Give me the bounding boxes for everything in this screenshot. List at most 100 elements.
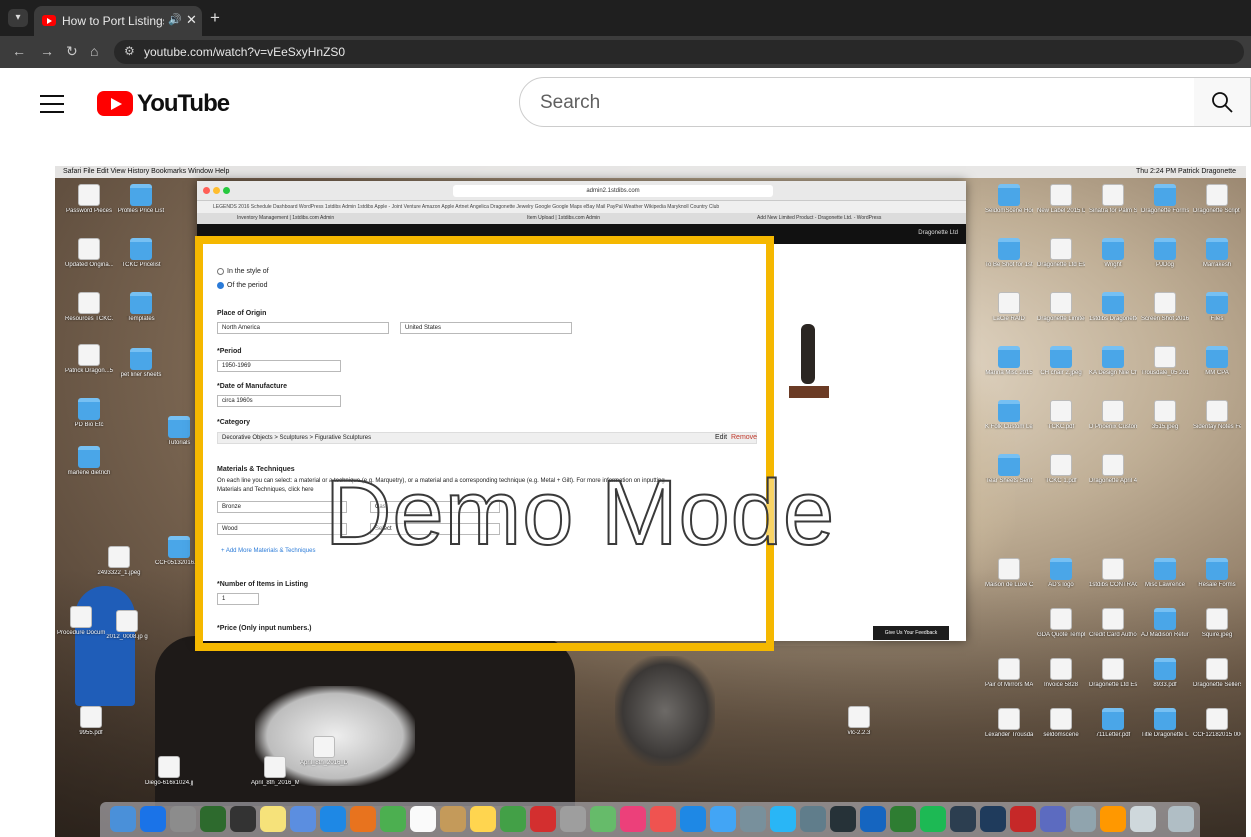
inner-tab[interactable]: Item Upload | 1stdibs.com Admin (527, 213, 600, 224)
word-icon[interactable] (860, 806, 886, 832)
close-window-icon[interactable] (203, 187, 210, 194)
dock-app-icon[interactable] (1130, 806, 1156, 832)
desktop-icon: MM CPA (1193, 346, 1241, 377)
photoshop-icon[interactable] (980, 806, 1006, 832)
home-icon[interactable]: ⌂ (90, 43, 98, 59)
dock-app-icon[interactable] (680, 806, 706, 832)
ibooks-icon[interactable] (1100, 806, 1126, 832)
facetime-icon[interactable] (500, 806, 526, 832)
dock-app-icon[interactable] (650, 806, 676, 832)
zoom-window-icon[interactable] (223, 187, 230, 194)
photos-icon[interactable] (620, 806, 646, 832)
dock-app-icon[interactable] (380, 806, 406, 832)
firefox-icon[interactable] (350, 806, 376, 832)
desktop-icon: marlene dietrich (65, 446, 113, 477)
desktop-icon: Squire.jpeg (1193, 608, 1241, 639)
dock-app-icon[interactable] (590, 806, 616, 832)
desktop-icon: Resale Forms (1193, 558, 1241, 589)
pinterest-icon[interactable] (530, 806, 556, 832)
dock-app-icon[interactable] (1040, 806, 1066, 832)
desktop-icon: 1stdibs CONTRACT (1089, 558, 1137, 589)
search-input[interactable]: Search (519, 77, 1195, 127)
desktop-icon: Dragonette Ltd Estimate 1304 (1089, 658, 1137, 689)
dock-app-icon[interactable] (830, 806, 856, 832)
address-bar[interactable]: ⚙ youtube.com/watch?v=vEeSxyHnZS0 (114, 40, 1244, 64)
inner-toolbar: admin2.1stdibs.com (197, 181, 966, 201)
desktop-icon: Trousdale_05 2015.pdf (1141, 346, 1189, 377)
contacts-icon[interactable] (440, 806, 466, 832)
search-placeholder: Search (540, 92, 601, 113)
speaker-icon[interactable]: 🔊 (168, 13, 182, 26)
browser-tab-active[interactable]: How to Port Listings from 🔊 ✕ (34, 6, 202, 36)
desktop-icon: Screen Shot 2016-03-28 (1141, 292, 1189, 323)
system-preferences-icon[interactable] (740, 806, 766, 832)
feedback-button[interactable]: Give Us Your Feedback (873, 626, 949, 640)
new-tab-button[interactable]: + (210, 8, 220, 28)
desktop-icon: CCF12182015 0001.jpg (1193, 708, 1241, 739)
launchpad-icon[interactable] (170, 806, 196, 832)
app-store-icon[interactable] (710, 806, 736, 832)
desktop-icon: PJDog (1141, 238, 1189, 269)
tab-search-chevron-icon[interactable]: ▾ (8, 9, 28, 27)
desktop-icon: To Be Shot for 1st Dibs (985, 238, 1033, 269)
inner-address-bar[interactable]: admin2.1stdibs.com (453, 185, 773, 197)
close-tab-icon[interactable]: ✕ (186, 12, 197, 28)
desktop-icon: LaCie RAID (985, 292, 1033, 323)
desktop-icon: CH chair 2.jpeg (1037, 346, 1085, 377)
minimize-window-icon[interactable] (213, 187, 220, 194)
video-player[interactable]: Safari File Edit View History Bookmarks … (55, 166, 1246, 837)
dock-app-icon[interactable] (290, 806, 316, 832)
notes-icon[interactable] (260, 806, 286, 832)
desktop-icon: TCKC.pdf (1037, 400, 1085, 431)
desktop-icon: vlc-2.2.3 (835, 706, 883, 737)
inner-tab[interactable]: Inventory Management | 1stdibs.com Admin (237, 213, 334, 224)
hamburger-menu-icon[interactable] (40, 95, 64, 113)
desktop-icon: Updated Origina...9_2105 (65, 238, 113, 269)
desktop-icon: Patrick Dragon...5.docx (65, 344, 113, 375)
desktop-icon: 8933.pdf (1141, 658, 1189, 689)
desktop-icon: Sideritay Notes February 21 (1193, 400, 1241, 431)
inner-user-menu[interactable]: Dragonette Ltd (918, 230, 958, 236)
inner-tab[interactable]: Add New Limited Product - Dragonette Ltd… (757, 213, 881, 224)
reload-icon[interactable]: ↻ (66, 43, 78, 60)
dock-app-icon[interactable] (1070, 806, 1096, 832)
trash-icon[interactable] (1168, 806, 1194, 832)
desktop-icon: April_8th_2016_Detail...43_1.jpg (300, 736, 348, 767)
mac-dock (100, 802, 1200, 837)
desktop-icon: Misc Lawrence (1141, 558, 1189, 589)
youtube-play-icon (97, 91, 133, 116)
dock-app-icon[interactable] (800, 806, 826, 832)
search-button[interactable] (1194, 77, 1251, 127)
back-arrow-icon[interactable]: ← (12, 43, 26, 59)
sheep-sculpture-image (615, 656, 715, 766)
desktop-icon: Diego-616x1024.jpg (145, 756, 193, 787)
dock-app-icon[interactable] (140, 806, 166, 832)
tab-title: How to Port Listings from (62, 14, 164, 28)
lightroom-icon[interactable] (950, 806, 976, 832)
dock-app-icon[interactable] (770, 806, 796, 832)
desktop-icon: Tear Sheets Sent (985, 454, 1033, 485)
forward-arrow-icon[interactable]: → (40, 43, 54, 59)
dock-app-icon[interactable] (200, 806, 226, 832)
calendar-icon[interactable] (410, 806, 436, 832)
mac-menubar: Safari File Edit View History Bookmarks … (55, 166, 1246, 178)
excel-icon[interactable] (890, 806, 916, 832)
desktop-icon: pet liner sheets (117, 348, 165, 379)
desktop-icon: 1stdibs Dragonette (1089, 292, 1137, 323)
desktop-icon: April_8th_2016_Main_3...43_1.jpg (251, 756, 299, 787)
desktop-icon: Wright (1089, 238, 1137, 269)
dashboard-icon[interactable] (230, 806, 256, 832)
site-settings-icon[interactable]: ⚙ (124, 44, 135, 58)
browser-toolbar: ← → ↻ ⌂ ⚙ youtube.com/watch?v=vEeSxyHnZS… (0, 36, 1251, 68)
dock-app-icon[interactable] (470, 806, 496, 832)
sculpture-thumbnail (779, 324, 839, 414)
safari-icon[interactable] (320, 806, 346, 832)
spotify-icon[interactable] (920, 806, 946, 832)
finder-icon[interactable] (110, 806, 136, 832)
dock-app-icon[interactable] (560, 806, 586, 832)
acrobat-icon[interactable] (1010, 806, 1036, 832)
desktop-icon: GDA Quote Template (1037, 608, 1085, 639)
desktop-icon: Credit Card Authori...rm.pdf (1089, 608, 1137, 639)
desktop-icon: D Phoenix Custom Pedals (1089, 400, 1137, 431)
inner-bookmarks-bar: LEGENDS 2016 Schedule Dashboard WordPres… (197, 201, 966, 213)
